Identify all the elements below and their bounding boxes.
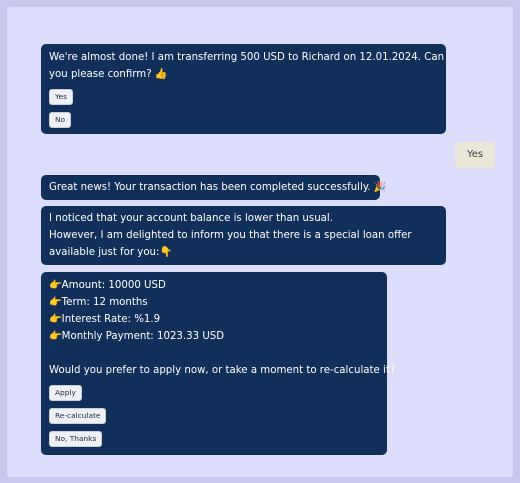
message-text: We're almost done! I am transferring 500…: [49, 52, 445, 63]
no-thanks-button[interactable]: No, Thanks: [49, 431, 103, 447]
message-text: you please confirm? 👍: [49, 69, 168, 80]
message-text: However, I am delighted to inform you th…: [49, 230, 412, 241]
apply-button[interactable]: Apply: [49, 385, 82, 401]
loan-term: 👉Term: 12 months: [49, 297, 148, 308]
bot-message-loan-intro: I noticed that your account balance is l…: [41, 206, 446, 265]
message-text: available just for you:👇: [49, 247, 173, 258]
chat-window: We're almost done! I am transferring 500…: [7, 7, 513, 477]
loan-amount: 👉Amount: 10000 USD: [49, 280, 166, 291]
bot-message-loan-offer: 👉Amount: 10000 USD 👉Term: 12 months 👉Int…: [41, 272, 396, 455]
bot-message-success: Great news! Your transaction has been co…: [41, 175, 387, 200]
message-text: Great news! Your transaction has been co…: [49, 182, 387, 193]
loan-interest-rate: 👉Interest Rate: %1.9: [49, 314, 161, 325]
bot-message-confirm: We're almost done! I am transferring 500…: [41, 44, 446, 134]
loan-monthly-payment: 👉Monthly Payment: 1023.33 USD: [49, 331, 225, 342]
yes-button[interactable]: Yes: [49, 89, 73, 105]
user-message: Yes: [455, 142, 496, 168]
no-button[interactable]: No: [49, 112, 72, 128]
message-text: Would you prefer to apply now, or take a…: [49, 365, 396, 376]
message-text: I noticed that your account balance is l…: [49, 213, 333, 224]
recalculate-button[interactable]: Re-calculate: [49, 408, 107, 424]
